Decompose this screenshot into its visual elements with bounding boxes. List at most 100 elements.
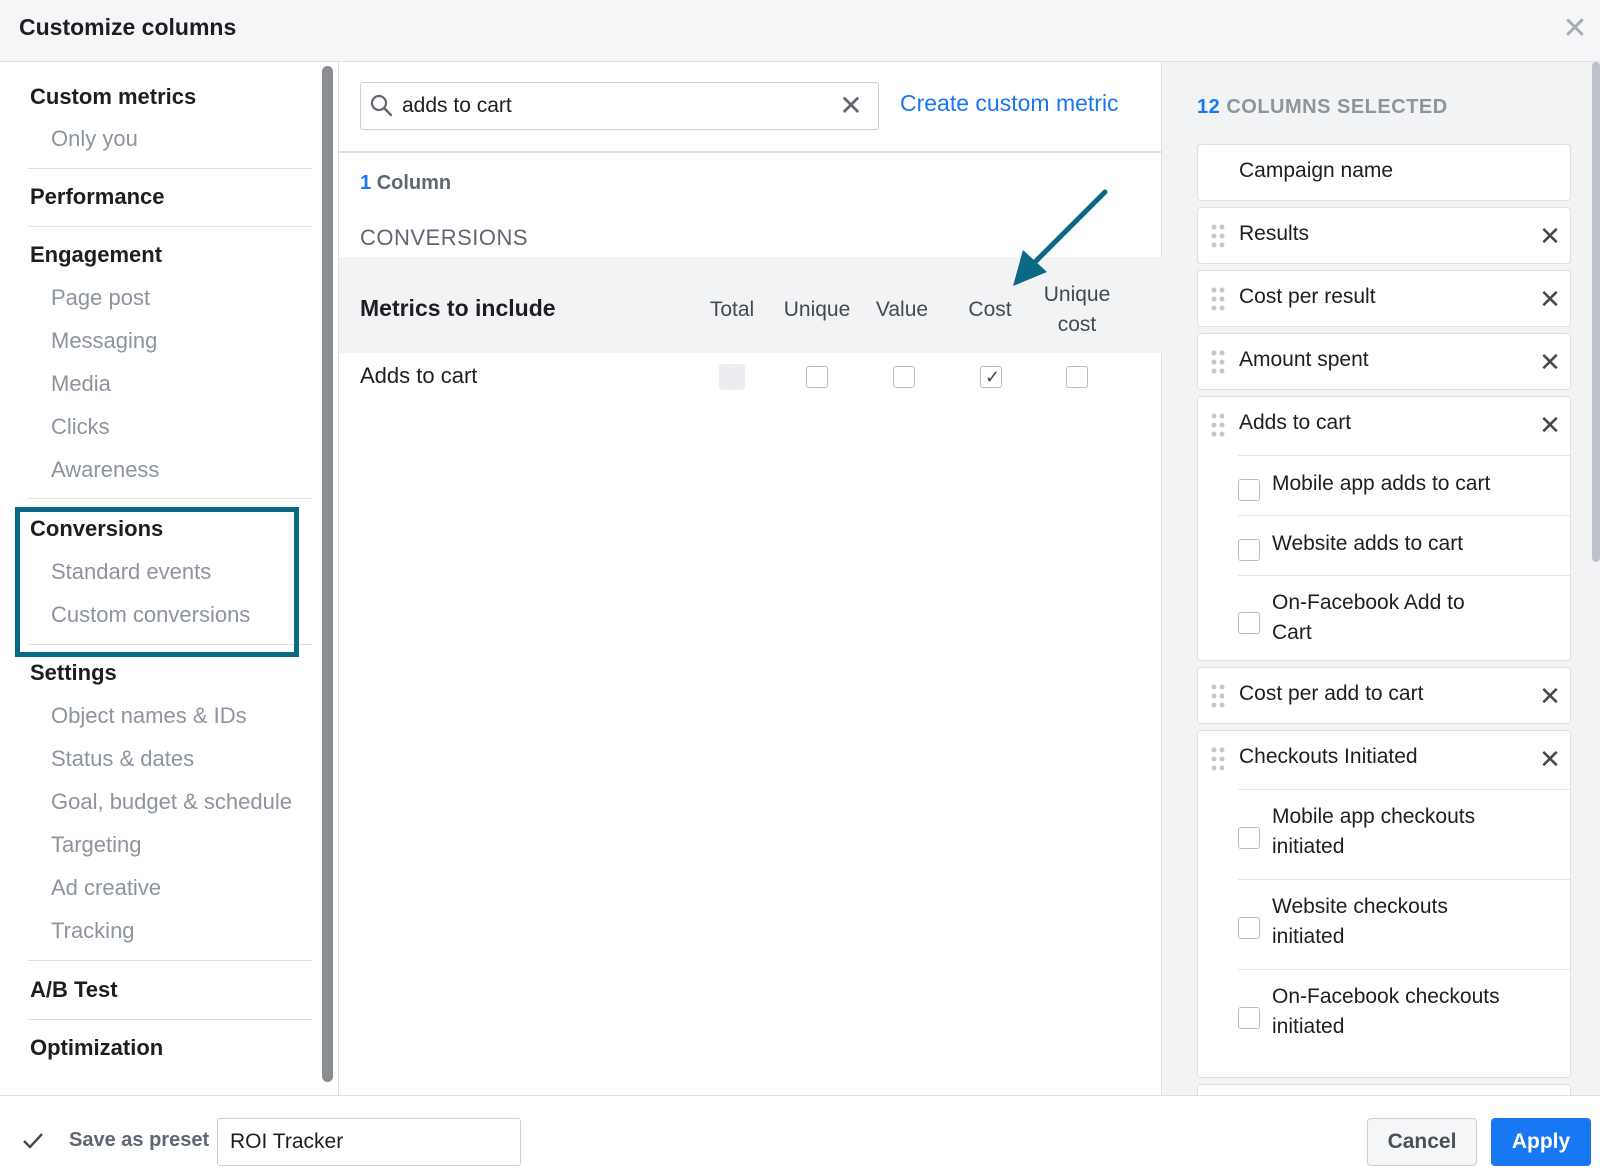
sidebar-item-custom-metrics[interactable]: Custom metrics [30, 82, 310, 112]
sidebar-item-object-names[interactable]: Object names & IDs [51, 701, 247, 731]
sidebar-item-tracking[interactable]: Tracking [51, 916, 135, 946]
dialog-footer: Save as preset Cancel Apply [0, 1095, 1600, 1176]
selected-column-item[interactable]: Amount spent ✕ [1197, 333, 1571, 390]
cancel-button[interactable]: Cancel [1367, 1118, 1477, 1166]
breakdown-checkbox[interactable] [1238, 479, 1260, 501]
unique-checkbox[interactable] [806, 366, 828, 388]
save-preset-label: Save as preset [69, 1129, 210, 1151]
selected-count-number: 12 [1197, 96, 1221, 118]
breakdown-label: initiated [1272, 835, 1345, 858]
sidebar-item-page-post[interactable]: Page post [51, 283, 150, 313]
column-header-unique-cost-line1: Unique [1043, 283, 1111, 306]
drag-handle-icon[interactable] [1210, 223, 1226, 249]
column-header-unique: Unique [783, 298, 851, 321]
conversions-highlight-box [15, 507, 299, 657]
breakdown-checkbox[interactable] [1238, 827, 1260, 849]
sidebar-item-media[interactable]: Media [51, 369, 111, 399]
check-icon: ✓ [985, 367, 1001, 387]
selected-column-item[interactable] [1197, 1084, 1571, 1095]
selected-count-label: COLUMNS SELECTED [1226, 96, 1448, 118]
sidebar-scrollbar[interactable] [322, 66, 333, 1082]
sidebar-item-performance[interactable]: Performance [30, 182, 310, 212]
selected-count: 12 COLUMNS SELECTED [1197, 96, 1448, 119]
breakdown-label: Website checkouts [1272, 895, 1448, 918]
close-icon[interactable]: ✕ [1560, 14, 1590, 44]
breakdown-label: On-Facebook checkouts [1272, 985, 1500, 1008]
sidebar-item-optimization[interactable]: Optimization [30, 1033, 310, 1063]
breakdown-item: Website adds to cart [1238, 515, 1570, 575]
sidebar-item-clicks[interactable]: Clicks [51, 412, 110, 442]
dialog-header: Customize columns ✕ [0, 0, 1600, 62]
drag-handle-icon[interactable] [1210, 746, 1226, 772]
remove-column-icon[interactable]: ✕ [1538, 683, 1562, 709]
selected-column-item[interactable]: Cost per result ✕ [1197, 270, 1571, 327]
breakdown-item: Website checkouts initiated [1238, 879, 1570, 969]
selected-column-item[interactable]: Campaign name [1197, 144, 1571, 201]
right-panel-scrollbar[interactable] [1592, 62, 1600, 562]
search-input[interactable] [402, 89, 822, 123]
breakdown-label: Mobile app adds to cart [1272, 472, 1491, 495]
selected-column-name: Cost per add to cart [1239, 682, 1424, 705]
breakdown-label: initiated [1272, 1015, 1345, 1038]
breakdown-checkbox[interactable] [1238, 612, 1260, 634]
breakdown-label: Cart [1272, 621, 1312, 644]
save-preset-checkbox[interactable] [21, 1129, 45, 1153]
column-header-total: Total [709, 298, 755, 321]
drag-handle-icon[interactable] [1210, 412, 1226, 438]
selected-column-item[interactable]: Results ✕ [1197, 207, 1571, 264]
selected-column-name: Campaign name [1239, 159, 1394, 182]
breakdown-label: initiated [1272, 925, 1345, 948]
breakdown-checkbox[interactable] [1238, 917, 1260, 939]
breakdown-item: On-Facebook checkouts initiated [1238, 969, 1570, 1059]
remove-column-icon[interactable]: ✕ [1538, 286, 1562, 312]
apply-button[interactable]: Apply [1491, 1118, 1591, 1166]
divider [28, 168, 312, 169]
unique-cost-checkbox[interactable] [1066, 366, 1088, 388]
value-checkbox[interactable] [893, 366, 915, 388]
metrics-header-label: Metrics to include [360, 295, 556, 321]
column-header-cost: Cost [968, 298, 1012, 321]
remove-column-icon[interactable]: ✕ [1538, 746, 1562, 772]
sidebar-item-ab-test[interactable]: A/B Test [30, 975, 310, 1005]
drag-handle-icon[interactable] [1210, 683, 1226, 709]
sidebar-item-settings[interactable]: Settings [30, 658, 310, 688]
sidebar-item-only-you[interactable]: Only you [51, 124, 138, 154]
remove-column-icon[interactable]: ✕ [1538, 223, 1562, 249]
column-header-value: Value [875, 298, 929, 321]
selected-column-name: Results [1239, 222, 1310, 245]
sidebar-item-ad-creative[interactable]: Ad creative [51, 873, 161, 903]
breakdown-item: Mobile app adds to cart [1238, 455, 1570, 515]
sidebar-item-engagement[interactable]: Engagement [30, 240, 310, 270]
cost-checkbox[interactable]: ✓ [980, 366, 1002, 388]
sidebar-item-awareness[interactable]: Awareness [51, 455, 159, 485]
breakdown-checkbox[interactable] [1238, 1007, 1260, 1029]
breakdown-checkbox[interactable] [1238, 539, 1260, 561]
search-box: ✕ [360, 82, 879, 130]
total-checkbox [719, 364, 745, 390]
drag-handle-icon[interactable] [1210, 286, 1226, 312]
preset-name-input[interactable] [217, 1118, 521, 1166]
results-count-label: Column [376, 172, 452, 194]
selected-column-item[interactable]: Checkouts Initiated ✕ Mobile app checkou… [1197, 730, 1571, 1078]
divider [28, 498, 312, 499]
selected-column-name: Checkouts Initiated [1239, 745, 1418, 768]
breakdown-item: On-Facebook Add to Cart [1238, 575, 1570, 661]
breakdown-label: Mobile app checkouts [1272, 805, 1476, 828]
selected-column-name: Amount spent [1239, 348, 1369, 371]
remove-column-icon[interactable]: ✕ [1538, 349, 1562, 375]
selected-columns-panel: 12 COLUMNS SELECTED Campaign name Result… [1162, 62, 1600, 1095]
drag-handle-icon[interactable] [1210, 349, 1226, 375]
selected-column-item[interactable]: Adds to cart ✕ Mobile app adds to cart W… [1197, 396, 1571, 661]
create-custom-metric-link[interactable]: Create custom metric [900, 90, 1119, 117]
divider [28, 1019, 312, 1020]
sidebar-item-status-dates[interactable]: Status & dates [51, 744, 194, 774]
results-count-number: 1 [360, 172, 372, 194]
sidebar-item-goal-budget[interactable]: Goal, budget & schedule [51, 787, 292, 817]
metrics-header: Metrics to include Total Unique Value Co… [339, 257, 1163, 353]
metrics-panel: ✕ Create custom metric 1 Column CONVERSI… [338, 62, 1163, 1095]
sidebar-item-targeting[interactable]: Targeting [51, 830, 142, 860]
selected-column-item[interactable]: Cost per add to cart ✕ [1197, 667, 1571, 724]
clear-search-icon[interactable]: ✕ [838, 92, 864, 120]
remove-column-icon[interactable]: ✕ [1538, 412, 1562, 438]
sidebar-item-messaging[interactable]: Messaging [51, 326, 157, 356]
